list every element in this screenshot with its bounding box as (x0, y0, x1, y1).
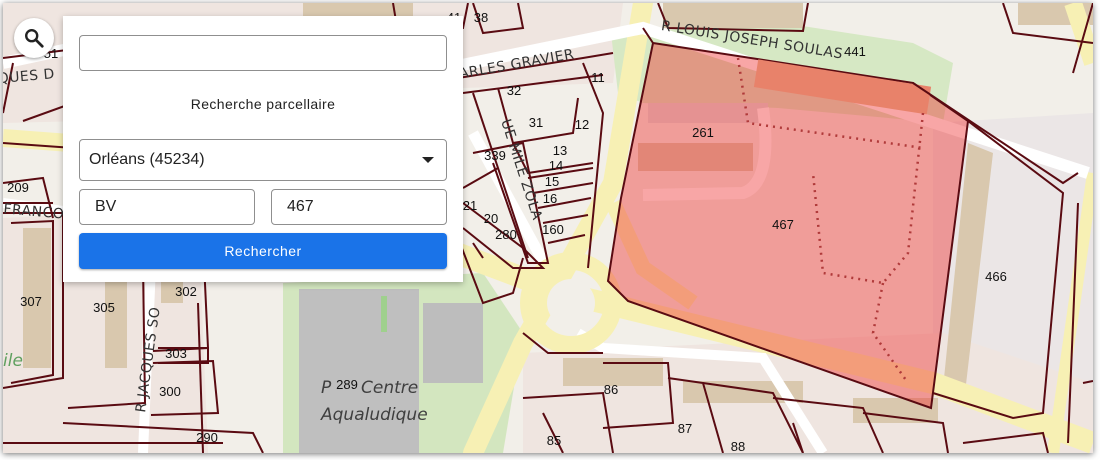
parcel-number: 32 (507, 83, 521, 98)
panel-title: Recherche parcellaire (190, 96, 336, 112)
search-submit-button[interactable]: Rechercher (79, 233, 447, 269)
parcel-number: 302 (175, 284, 197, 299)
parcel-number: 300 (159, 384, 181, 399)
parcel-number: 20 (484, 211, 498, 226)
parcel-number: 289 (336, 377, 358, 392)
parcel-number: 88 (731, 439, 745, 453)
section-input[interactable]: BV (79, 189, 255, 225)
parcel-number: 11 (591, 70, 605, 85)
parcel-number-input-value: 467 (287, 198, 314, 215)
parcel-number: 339 (484, 148, 506, 163)
parcel-search-panel: Recherche parcellaire Orléans (45234) BV… (63, 16, 463, 282)
parcel-number: 160 (542, 222, 564, 237)
caret-down-icon (422, 157, 434, 163)
parcel-number: 85 (547, 433, 561, 448)
map-viewport[interactable]: QUES D ARLES GRAVIER R LOUIS JOSEPH SOUL… (3, 3, 1093, 453)
parcel-number: 16 (543, 191, 557, 206)
parcel-number: 13 (553, 143, 567, 158)
parcel-number: 86 (604, 382, 618, 397)
parcel-number: 38 (474, 10, 488, 25)
search-icon (25, 29, 44, 48)
commune-select[interactable]: Orléans (45234) (79, 139, 447, 181)
parcel-number: 12 (575, 117, 589, 132)
parcel-number-input[interactable]: 467 (271, 189, 447, 225)
parcel-number: 467 (772, 217, 794, 232)
parcel-number: 305 (93, 300, 115, 315)
building (423, 303, 483, 383)
parcel-number: 303 (165, 346, 187, 361)
poi-label-partial: ile (3, 351, 23, 371)
commune-select-value: Orléans (45234) (89, 151, 205, 168)
section-input-value: BV (95, 198, 117, 215)
parcel-number: 441 (844, 44, 866, 59)
search-toggle-button[interactable] (14, 18, 54, 58)
parcel-number: 209 (7, 180, 29, 195)
free-search-input[interactable] (79, 35, 447, 71)
parcel-number: 261 (692, 125, 714, 140)
parcel-number: 466 (985, 269, 1007, 284)
poi-label-centre-prefix: P (321, 378, 332, 398)
parcel-number: 14 (549, 158, 563, 173)
roundabout-center (547, 279, 595, 327)
parcel-number: 21 (463, 198, 477, 213)
building (105, 278, 127, 368)
poi-label-centre: Centre (361, 378, 418, 398)
parcel-number: 87 (678, 421, 692, 436)
parcel-number: 15 (545, 174, 559, 189)
parcel-number: 290 (196, 430, 218, 445)
poi-label-aqualudique: Aqualudique (320, 405, 428, 425)
park-path (381, 296, 387, 332)
building (299, 289, 419, 453)
parcel-number: 307 (20, 294, 42, 309)
parcel-number: 31 (529, 115, 543, 130)
parcel-number: 280 (495, 227, 517, 242)
search-submit-label: Rechercher (224, 243, 302, 259)
